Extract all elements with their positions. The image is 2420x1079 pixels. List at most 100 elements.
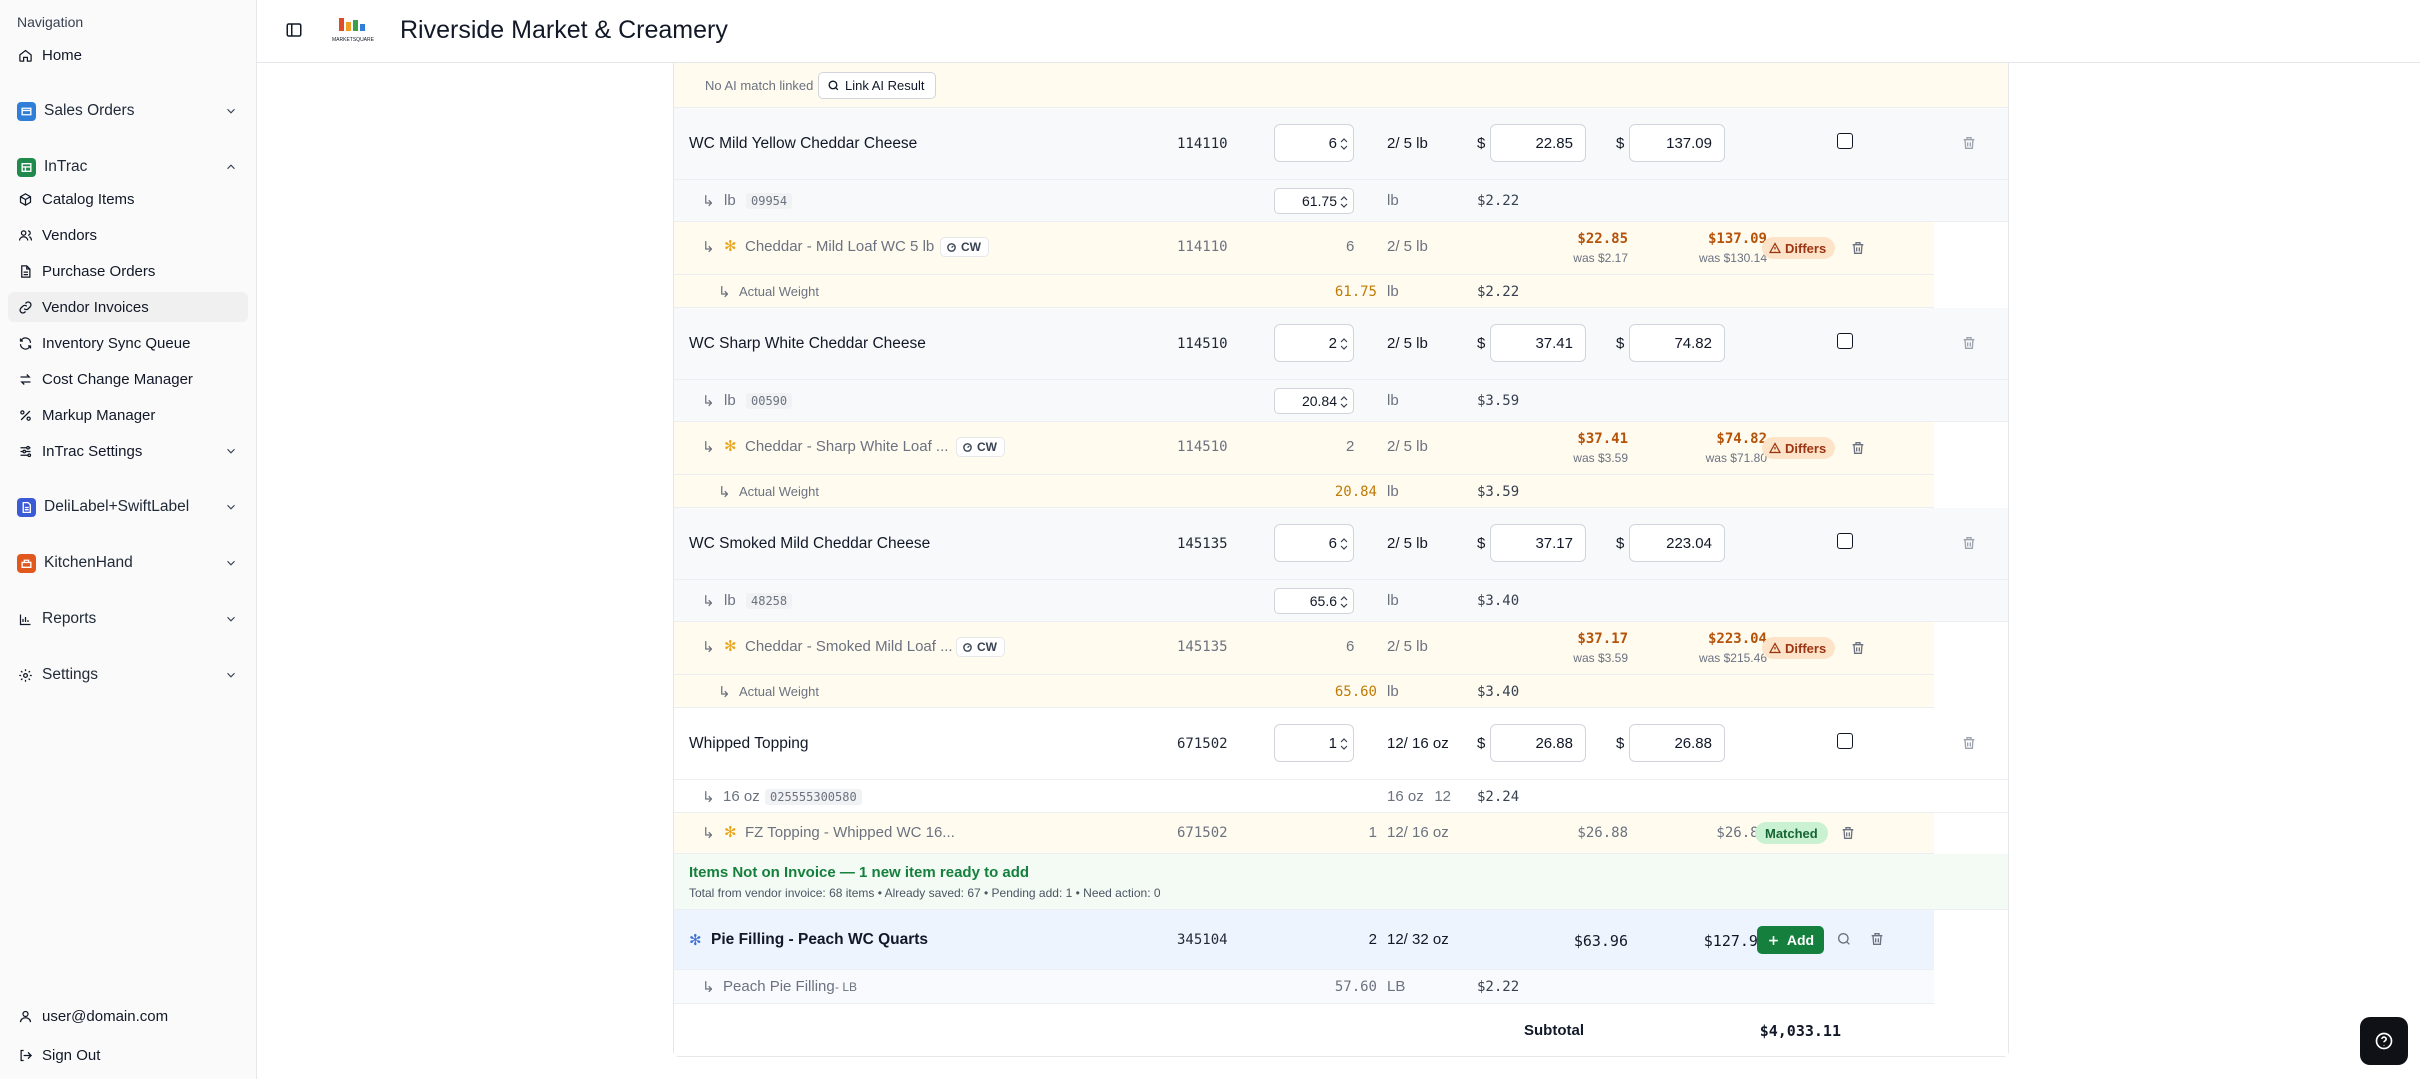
actual-weight-unit: lb: [1387, 683, 1399, 700]
trash-icon[interactable]: [1850, 240, 1866, 256]
actual-weight-unit: lb: [1387, 283, 1399, 300]
sign-out-button[interactable]: Sign Out: [8, 1040, 248, 1070]
unit-label: lb: [724, 592, 736, 609]
quantity-stepper[interactable]: 6: [1274, 124, 1354, 162]
trash-icon[interactable]: [1850, 640, 1866, 656]
spinner-icon[interactable]: [1340, 737, 1348, 751]
sidebar-toggle-icon[interactable]: [285, 21, 303, 39]
ai-match-row: ↳ ✻ Cheddar - Mild Loaf WC 5 lb CW 11411…: [674, 222, 1934, 275]
spinner-icon[interactable]: [1340, 537, 1348, 551]
trash-icon[interactable]: [1840, 825, 1856, 841]
nav-group-intrac[interactable]: InTrac: [8, 152, 248, 182]
weight-stepper[interactable]: 20.84: [1274, 388, 1354, 414]
trash-icon[interactable]: [1961, 335, 1977, 351]
currency-symbol: $: [1477, 335, 1486, 352]
nav-group-delilabel[interactable]: DeliLabel+SwiftLabel: [8, 492, 248, 522]
sparkle-icon: ✻: [724, 638, 737, 655]
add-item-label: Add: [1786, 932, 1815, 948]
nav-home[interactable]: Home: [8, 40, 248, 70]
actual-weight-value: 65.60: [1334, 684, 1377, 700]
sku-badge: 00590: [746, 393, 793, 409]
nav-vendors[interactable]: Vendors: [8, 220, 248, 250]
nav-group-sales-orders[interactable]: Sales Orders: [8, 96, 248, 126]
unit-detail-row: ↳ lb 48258 65.6 lb $3.40: [674, 580, 2008, 622]
scale-icon: [963, 442, 972, 452]
nav-settings-label: Settings: [42, 666, 99, 683]
actual-weight-price: $3.59: [1477, 484, 1520, 500]
nav-purchase-orders[interactable]: Purchase Orders: [8, 256, 248, 286]
nav-inventory-sync-queue-label: Inventory Sync Queue: [42, 334, 191, 352]
nav-cost-change-manager[interactable]: Cost Change Manager: [8, 364, 248, 394]
unit-cost-input[interactable]: 26.88: [1490, 724, 1586, 762]
nav-user[interactable]: user@domain.com: [8, 1001, 248, 1031]
unit-label: 16 oz: [723, 788, 760, 805]
logo-text: MARKETSQUARE: [332, 37, 375, 43]
nav-reports[interactable]: Reports: [8, 604, 248, 634]
nav-markup-manager[interactable]: Markup Manager: [8, 400, 248, 430]
unit-cost-input[interactable]: 22.85: [1490, 124, 1586, 162]
nav-inventory-sync-queue[interactable]: Inventory Sync Queue: [8, 328, 248, 358]
new-item-sub-unit: LB: [1387, 978, 1406, 995]
spinner-icon[interactable]: [1340, 337, 1348, 351]
trash-icon[interactable]: [1961, 535, 1977, 551]
link-ai-result-label: Link AI Result: [845, 78, 925, 93]
quantity-stepper[interactable]: 1: [1274, 724, 1354, 762]
ai-match-pack: 2/ 5 lb: [1387, 438, 1428, 455]
ai-match-ext-was: was $215.46: [1698, 651, 1767, 665]
trash-icon[interactable]: [1961, 135, 1977, 151]
spinner-icon[interactable]: [1340, 195, 1348, 209]
nav-cost-change-manager-label: Cost Change Manager: [42, 370, 193, 388]
spinner-icon[interactable]: [1340, 137, 1348, 151]
swap-icon: [17, 371, 34, 388]
extended-cost-input[interactable]: 137.09: [1629, 124, 1725, 162]
ai-match-cost-was: was $2.17: [1573, 251, 1628, 265]
new-item-sub-row: ↳ Peach Pie Filling - LB 57.60 LB $2.22: [674, 970, 1934, 1004]
catch-weight-badge: CW: [940, 237, 989, 257]
differs-badge: Differs: [1762, 237, 1836, 259]
spinner-icon[interactable]: [1340, 595, 1348, 609]
currency-symbol: $: [1616, 335, 1625, 352]
nav-purchase-orders-label: Purchase Orders: [42, 262, 156, 280]
extended-cost-input[interactable]: 26.88: [1629, 724, 1725, 762]
unit-count: 12: [1434, 788, 1451, 805]
link-icon: [17, 299, 34, 316]
ai-match-qty: 6: [1346, 638, 1355, 655]
nav-settings[interactable]: Settings: [8, 660, 248, 690]
extended-cost-input[interactable]: 223.04: [1629, 524, 1725, 562]
add-item-button[interactable]: Add: [1757, 926, 1824, 954]
kitchen-icon: [17, 553, 36, 573]
help-button[interactable]: [2360, 1017, 2408, 1065]
percent-icon: [17, 407, 34, 424]
nav-vendor-invoices[interactable]: Vendor Invoices: [8, 292, 248, 322]
link-ai-result-button[interactable]: Link AI Result: [818, 72, 936, 99]
extended-cost-input[interactable]: 74.82: [1629, 324, 1725, 362]
spinner-icon[interactable]: [1340, 395, 1348, 409]
nav-intrac-settings[interactable]: InTrac Settings: [8, 436, 248, 466]
home-icon: [17, 47, 34, 64]
ai-match-row: ↳ ✻ Cheddar - Sharp White Loaf ... CW 11…: [674, 422, 1934, 475]
quantity-stepper[interactable]: 2: [1274, 324, 1354, 362]
sub-arrow: ↳: [702, 789, 715, 806]
nav-group-kitchenhand[interactable]: KitchenHand: [8, 548, 248, 578]
no-match-text: No AI match linked: [705, 78, 814, 93]
actual-weight-unit: lb: [1387, 483, 1399, 500]
label-icon: [17, 497, 36, 517]
trash-icon[interactable]: [1869, 931, 1885, 947]
search-icon[interactable]: [1836, 931, 1852, 947]
select-checkbox[interactable]: [1837, 733, 1853, 749]
trash-icon[interactable]: [1850, 440, 1866, 456]
weight-stepper[interactable]: 61.75: [1274, 188, 1354, 214]
trash-icon[interactable]: [1961, 735, 1977, 751]
select-checkbox[interactable]: [1837, 133, 1853, 149]
select-checkbox[interactable]: [1837, 333, 1853, 349]
item-name: Whipped Topping: [689, 735, 809, 752]
quantity-stepper[interactable]: 6: [1274, 524, 1354, 562]
pack-size: 2/ 5 lb: [1387, 135, 1428, 152]
unit-cost-input[interactable]: 37.41: [1490, 324, 1586, 362]
sub-arrow: ↳: [702, 193, 715, 210]
weight-stepper[interactable]: 65.6: [1274, 588, 1354, 614]
select-checkbox[interactable]: [1837, 533, 1853, 549]
unit-cost-input[interactable]: 37.17: [1490, 524, 1586, 562]
ai-match-cost: $37.17: [1577, 631, 1628, 647]
nav-catalog-items[interactable]: Catalog Items: [8, 184, 248, 214]
